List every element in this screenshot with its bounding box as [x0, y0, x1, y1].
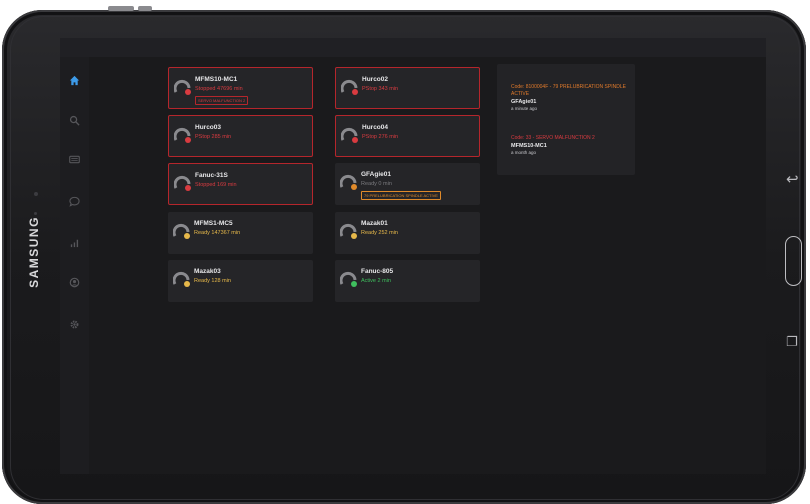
status-dot — [184, 281, 190, 287]
recent-apps-key-icon[interactable]: ❐ — [786, 334, 798, 350]
sidebar — [60, 57, 89, 474]
machine-card[interactable]: Hurco02 PStop 343 min — [335, 67, 480, 109]
gear-icon — [70, 320, 79, 329]
machine-status: PStop 276 min — [362, 134, 399, 140]
gauge-icon — [172, 222, 191, 240]
machine-name: GFAgie01 — [361, 171, 391, 178]
machine-status: Stopped 47696 min — [195, 86, 243, 92]
home-icon — [69, 75, 80, 86]
machine-card[interactable]: MFMS10-MC1 Stopped 47696 min SERVO MALFUNC… — [168, 67, 313, 109]
machine-card[interactable]: Mazak03 Ready 128 min — [168, 260, 313, 302]
camera-sensor — [34, 192, 38, 196]
alert-machine: GFAgie01 — [511, 99, 537, 105]
status-dot — [351, 233, 357, 239]
sidebar-item-settings[interactable] — [67, 317, 82, 332]
status-dot — [352, 137, 358, 143]
status-dot — [352, 89, 358, 95]
machine-card[interactable]: GFAgie01 Ready 0 min 79 PRELUBRICATION SPI… — [335, 163, 480, 205]
brand-logo: SAMSUNG — [27, 216, 41, 288]
machine-name: Hurco04 — [362, 124, 389, 131]
alerts-panel: Code: 8100004F - 79 PRELUBRICATION SPIND… — [497, 64, 635, 175]
top-bar — [60, 38, 766, 57]
status-dot — [184, 233, 190, 239]
machine-card[interactable]: Fanuc-31S Stopped 169 min — [168, 163, 313, 205]
sidebar-item-search[interactable] — [67, 113, 82, 128]
alarm-tag: SERVO MALFUNCTION 2 — [195, 96, 249, 105]
gauge-icon — [339, 222, 358, 240]
machine-name: Mazak01 — [361, 220, 388, 227]
status-dot — [351, 281, 357, 287]
machine-name: Mazak03 — [194, 268, 221, 275]
machine-card[interactable]: Hurco04 PStop 276 min — [335, 115, 480, 157]
machine-name: Hurco02 — [362, 76, 389, 83]
alert-code: Code: 8100004F - 79 PRELUBRICATION SPIND… — [511, 84, 626, 97]
bar-chart-icon — [70, 239, 79, 248]
alert-item[interactable]: Code: 8100004F - 79 PRELUBRICATION SPIND… — [511, 84, 631, 111]
machine-status: Ready 252 min — [361, 230, 398, 236]
gauge-icon — [340, 78, 359, 96]
status-dot — [185, 185, 191, 191]
alert-item[interactable]: Code: 33 - SERVO MALFUNCTION 2 MFMS10-MC… — [511, 135, 631, 155]
app-screen: MFMS10-MC1 Stopped 47696 min SERVO MALFUNC… — [60, 38, 766, 474]
machine-status: Stopped 169 min — [195, 182, 237, 188]
search-icon — [69, 115, 80, 126]
alarm-tag: 79 PRELUBRICATION SPINDLE ACTIVE — [361, 191, 441, 200]
home-key[interactable] — [785, 236, 802, 286]
gauge-icon — [173, 126, 192, 144]
light-sensor — [34, 212, 37, 215]
machine-card[interactable]: Fanuc-805 Active 2 min — [335, 260, 480, 302]
gauge-icon — [172, 270, 191, 288]
gauge-icon — [173, 78, 192, 96]
machine-card[interactable]: MFMS1-MC5 Ready 147367 min — [168, 212, 313, 254]
alert-time: a month ago — [511, 150, 537, 155]
machine-card[interactable]: Mazak01 Ready 252 min — [335, 212, 480, 254]
machine-name: Fanuc-31S — [195, 172, 228, 179]
machine-status: PStop 343 min — [362, 86, 399, 92]
machine-status: Ready 147367 min — [194, 230, 241, 236]
volume-button — [108, 6, 134, 11]
machine-card[interactable]: Hurco03 PStop 285 min — [168, 115, 313, 157]
machine-status: Ready 128 min — [194, 278, 231, 284]
sidebar-item-home[interactable] — [67, 73, 82, 88]
status-dot — [185, 137, 191, 143]
gauge-icon — [340, 126, 359, 144]
status-dot — [185, 89, 191, 95]
gauge-icon — [339, 270, 358, 288]
machine-name: MFMS10-MC1 — [195, 76, 238, 83]
chat-icon — [69, 196, 80, 207]
sidebar-item-analytics[interactable] — [67, 235, 82, 250]
sidebar-item-machines[interactable] — [67, 152, 82, 167]
gauge-icon — [173, 174, 192, 192]
user-icon — [69, 277, 80, 288]
sidebar-item-account[interactable] — [67, 275, 82, 290]
keyboard-icon — [69, 155, 80, 164]
machine-status: Ready 0 min — [361, 181, 392, 187]
gauge-icon — [339, 173, 358, 191]
machine-status: PStop 285 min — [195, 134, 232, 140]
sidebar-item-messages[interactable] — [67, 194, 82, 209]
machine-name: Hurco03 — [195, 124, 222, 131]
alert-machine: MFMS10-MC1 — [511, 143, 547, 149]
machine-status: Active 2 min — [361, 278, 391, 284]
power-button — [138, 6, 152, 11]
status-dot — [351, 184, 357, 190]
alert-time: a minute ago — [511, 106, 538, 111]
alert-code: Code: 33 - SERVO MALFUNCTION 2 — [511, 135, 595, 141]
back-key-icon[interactable]: ↩ — [786, 170, 799, 188]
machine-name: Fanuc-805 — [361, 268, 394, 275]
machine-name: MFMS1-MC5 — [194, 220, 233, 227]
